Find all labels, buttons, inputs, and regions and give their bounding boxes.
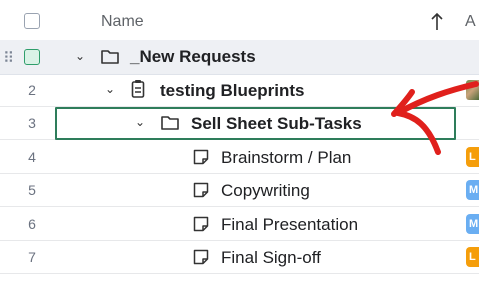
row-label[interactable]: Brainstorm / Plan xyxy=(221,148,351,168)
table-header: Name A xyxy=(0,5,479,41)
table-row[interactable]: ⠿ ⌄ _New Requests xyxy=(0,40,479,75)
name-column-header[interactable]: Name xyxy=(101,13,144,31)
table-row[interactable]: 6 Final Presentation M xyxy=(0,208,479,241)
row-checkbox[interactable] xyxy=(24,49,40,65)
task-note-icon xyxy=(193,249,209,265)
table-row[interactable]: 7 Final Sign-off L xyxy=(0,241,479,274)
assignee-chip[interactable]: M xyxy=(466,180,479,200)
row-label[interactable]: testing Blueprints xyxy=(160,81,305,101)
row-number: 2 xyxy=(28,82,36,98)
table-row[interactable]: 5 Copywriting M xyxy=(0,174,479,207)
row-number: 4 xyxy=(28,149,36,165)
next-column-header[interactable]: A xyxy=(465,13,476,31)
row-label[interactable]: Copywriting xyxy=(221,181,310,201)
task-note-icon xyxy=(193,216,209,232)
task-note-icon xyxy=(193,149,209,165)
row-number: 7 xyxy=(28,249,36,265)
assignee-chip[interactable]: M xyxy=(466,214,479,234)
row-label[interactable]: Final Presentation xyxy=(221,215,358,235)
row-number: 5 xyxy=(28,182,36,198)
assignee-chip[interactable]: L xyxy=(466,247,479,267)
row-label[interactable]: _New Requests xyxy=(130,47,256,67)
row-number: 6 xyxy=(28,216,36,232)
annotation-arrow-icon xyxy=(391,81,479,155)
task-note-icon xyxy=(193,182,209,198)
select-all-checkbox[interactable] xyxy=(24,13,40,29)
chevron-down-icon[interactable]: ⌄ xyxy=(105,82,115,96)
folder-icon xyxy=(101,50,119,64)
row-label[interactable]: Final Sign-off xyxy=(221,248,321,268)
drag-handle-icon[interactable]: ⠿ xyxy=(3,49,14,67)
arrow-up-icon[interactable] xyxy=(430,12,444,32)
clipboard-icon xyxy=(131,80,145,98)
chevron-down-icon[interactable]: ⌄ xyxy=(75,49,85,63)
